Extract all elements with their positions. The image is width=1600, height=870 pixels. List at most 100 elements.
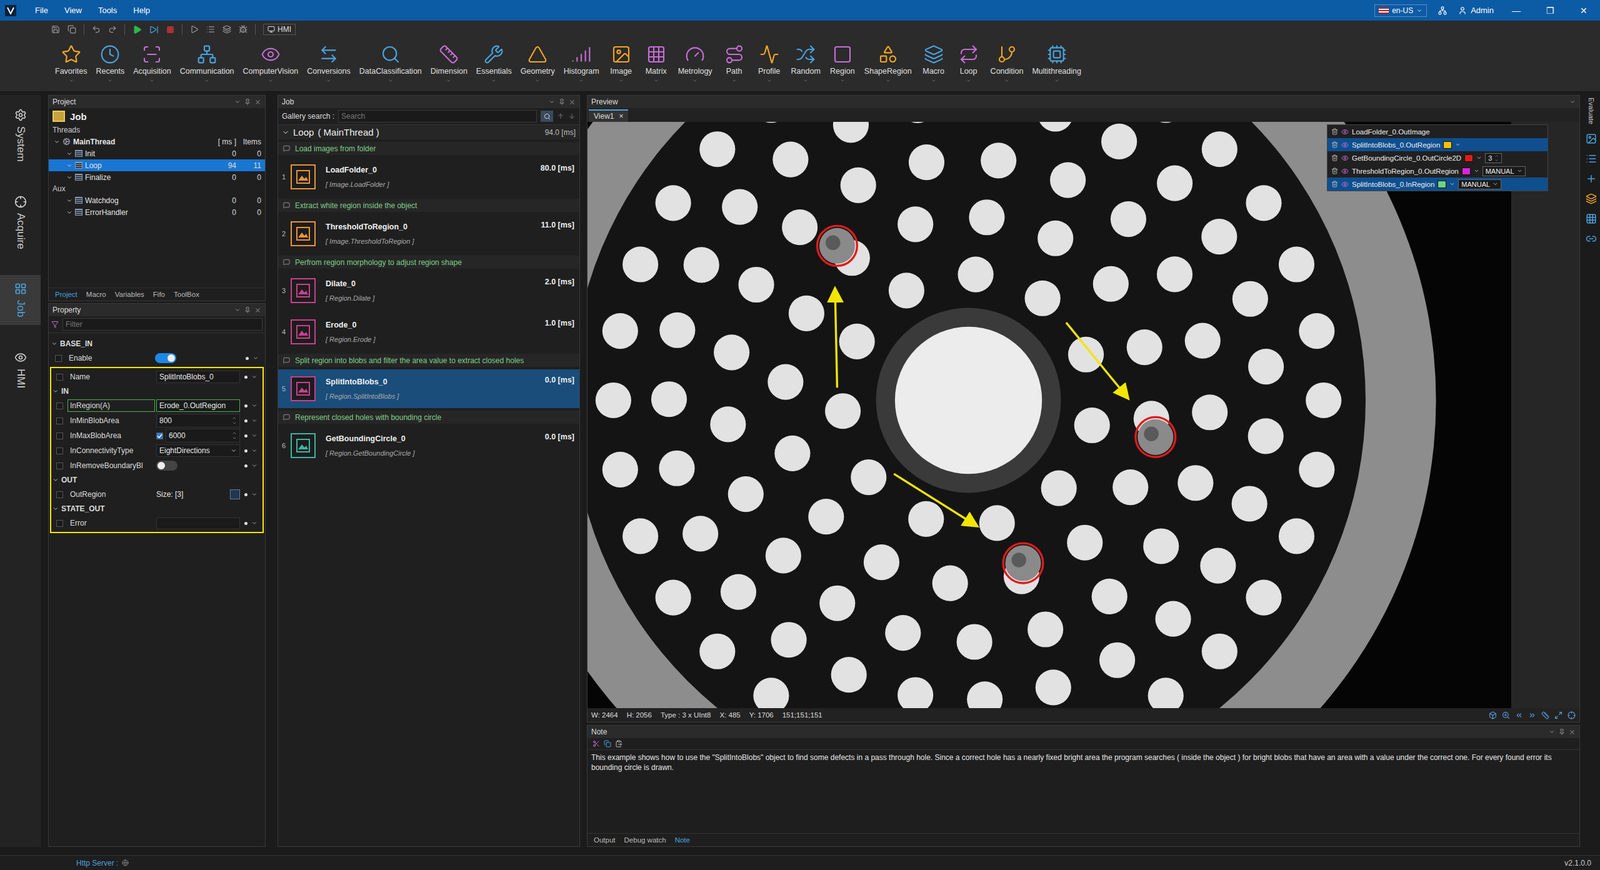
run-icon[interactable] xyxy=(132,25,142,35)
mode-select[interactable]: MANUAL xyxy=(1458,179,1502,190)
tool-category[interactable]: Recents xyxy=(91,44,129,84)
undo-icon[interactable] xyxy=(91,25,101,34)
layer-row[interactable]: SplitIntoBlobs_0.InRegionMANUAL xyxy=(1327,177,1548,191)
visibility-icon[interactable] xyxy=(1341,154,1349,162)
delete-icon[interactable] xyxy=(1331,167,1339,175)
tab-close[interactable]: × xyxy=(618,111,624,121)
dropdown-icon[interactable] xyxy=(251,462,258,469)
view-tab[interactable]: View1× xyxy=(588,109,629,122)
window-control[interactable]: ✕ xyxy=(1572,5,1595,16)
tool-row[interactable]: 5SplitIntoBlobs_0[ Region.SplitIntoBlobs… xyxy=(278,369,580,409)
expand-icon[interactable] xyxy=(66,197,73,204)
link-input[interactable]: Erode_0.OutRegion xyxy=(156,399,240,412)
panel-tab[interactable]: Fifo xyxy=(149,290,169,299)
color-swatch[interactable] xyxy=(1464,154,1474,162)
side-tab[interactable]: System xyxy=(0,101,41,170)
dropdown-icon[interactable] xyxy=(251,402,258,409)
comment-row[interactable]: Extract white region inside the object xyxy=(278,198,580,212)
section-header[interactable]: BASE_IN xyxy=(50,336,264,351)
section-header[interactable]: STATE_OUT xyxy=(51,501,263,516)
menu-item[interactable]: Tools xyxy=(91,3,124,18)
comment-row[interactable]: Split region into blobs and filter the a… xyxy=(278,353,580,367)
menu-icon[interactable] xyxy=(1548,728,1555,735)
dropdown-icon[interactable] xyxy=(252,355,259,362)
menu-item[interactable]: View xyxy=(58,3,89,18)
row-checkbox[interactable] xyxy=(56,432,64,440)
filter-input[interactable] xyxy=(62,318,263,331)
hmi-button[interactable]: HMI xyxy=(263,23,296,35)
dropdown-icon[interactable] xyxy=(1476,155,1482,161)
toggle-switch[interactable] xyxy=(156,460,178,471)
tool-category[interactable]: Condition xyxy=(986,44,1028,84)
expand-icon[interactable] xyxy=(66,174,73,181)
grid-tool-icon[interactable] xyxy=(1585,213,1597,225)
measure-icon[interactable] xyxy=(1541,711,1550,720)
link-dot[interactable] xyxy=(244,419,248,423)
row-checkbox[interactable] xyxy=(55,355,62,362)
expand-icon[interactable] xyxy=(66,162,73,169)
tree-row[interactable]: Watchdog00 xyxy=(48,194,265,207)
menu-icon[interactable] xyxy=(234,306,241,314)
mode-select[interactable]: MANUAL xyxy=(1482,166,1526,177)
user-menu[interactable]: Admin xyxy=(1458,5,1494,15)
layer-row[interactable]: LoadFolder_0.OutImage xyxy=(1327,125,1548,139)
up-icon[interactable] xyxy=(556,112,565,120)
tool-category[interactable]: Path xyxy=(717,44,752,84)
region-view-button[interactable] xyxy=(230,489,240,500)
close-icon[interactable] xyxy=(1568,728,1576,736)
expand-icon[interactable] xyxy=(66,209,73,216)
text-input[interactable]: SplitIntoBlobs_0 xyxy=(156,370,240,384)
number-input[interactable]: 6000 xyxy=(165,428,240,443)
visibility-icon[interactable] xyxy=(1341,180,1349,189)
image-tool-icon[interactable] xyxy=(1585,133,1597,145)
expand-icon[interactable] xyxy=(281,128,290,137)
layers-icon[interactable] xyxy=(222,25,232,34)
down-icon[interactable] xyxy=(568,112,576,120)
save-icon[interactable] xyxy=(51,25,60,34)
debug-icon[interactable] xyxy=(238,25,248,34)
fit-icon[interactable] xyxy=(1488,711,1497,720)
tool-category[interactable]: DataClassification xyxy=(355,44,426,84)
panel-tab[interactable]: Variables xyxy=(111,290,149,299)
evaluate-tab[interactable]: Evaluate xyxy=(1587,97,1595,125)
dropdown-icon[interactable] xyxy=(1449,181,1455,187)
menu-item[interactable]: Help xyxy=(126,3,157,18)
tool-row[interactable]: 2ThresholdToRegion_0[ Image.ThresholdToR… xyxy=(278,214,580,254)
row-checkbox[interactable] xyxy=(56,373,64,381)
thickness-input[interactable]: 3 xyxy=(1485,153,1502,164)
layer-row[interactable]: GetBoundingCircle_0.OutCircle2D3 xyxy=(1327,151,1548,165)
link-tool-icon[interactable] xyxy=(1585,233,1597,245)
delete-icon[interactable] xyxy=(1331,128,1339,135)
text-input[interactable] xyxy=(156,517,240,530)
side-tab[interactable]: Job xyxy=(0,275,41,325)
pin-icon[interactable] xyxy=(244,98,251,105)
tool-category[interactable]: Loop xyxy=(951,44,986,84)
step-icon[interactable] xyxy=(149,25,159,35)
row-checkbox[interactable] xyxy=(56,462,64,470)
color-swatch[interactable] xyxy=(1443,141,1452,149)
paste-icon[interactable] xyxy=(615,740,623,748)
copy-icon[interactable] xyxy=(603,740,612,748)
tool-category[interactable]: Essentials xyxy=(472,44,516,84)
tree-row[interactable]: MainThread[ ms ]Items xyxy=(48,135,265,148)
panel-tab[interactable]: Project xyxy=(51,290,82,299)
number-input[interactable]: 800 xyxy=(156,413,240,428)
zoom-icon[interactable] xyxy=(1501,711,1510,720)
stop-icon[interactable] xyxy=(166,25,175,34)
link-dot[interactable] xyxy=(244,404,248,408)
link-dot[interactable] xyxy=(244,493,248,497)
row-checkbox[interactable] xyxy=(56,402,64,410)
link-dot[interactable] xyxy=(244,449,248,453)
comment-row[interactable]: Load images from folder xyxy=(278,141,580,155)
pin-icon[interactable] xyxy=(1558,728,1565,735)
tool-category[interactable]: Communication xyxy=(176,44,239,84)
row-checkbox[interactable] xyxy=(56,520,64,527)
layer-row[interactable]: ThresholdToRegion_0.OutRegionMANUAL xyxy=(1327,164,1548,178)
run-one-icon[interactable] xyxy=(190,25,199,34)
add-tool-icon[interactable] xyxy=(1585,173,1597,185)
color-swatch[interactable] xyxy=(1461,167,1471,175)
panel-tab[interactable]: Output xyxy=(590,835,620,845)
delete-icon[interactable] xyxy=(1331,180,1339,188)
language-select[interactable]: en-US xyxy=(1374,4,1427,17)
link-dot[interactable] xyxy=(244,464,248,468)
